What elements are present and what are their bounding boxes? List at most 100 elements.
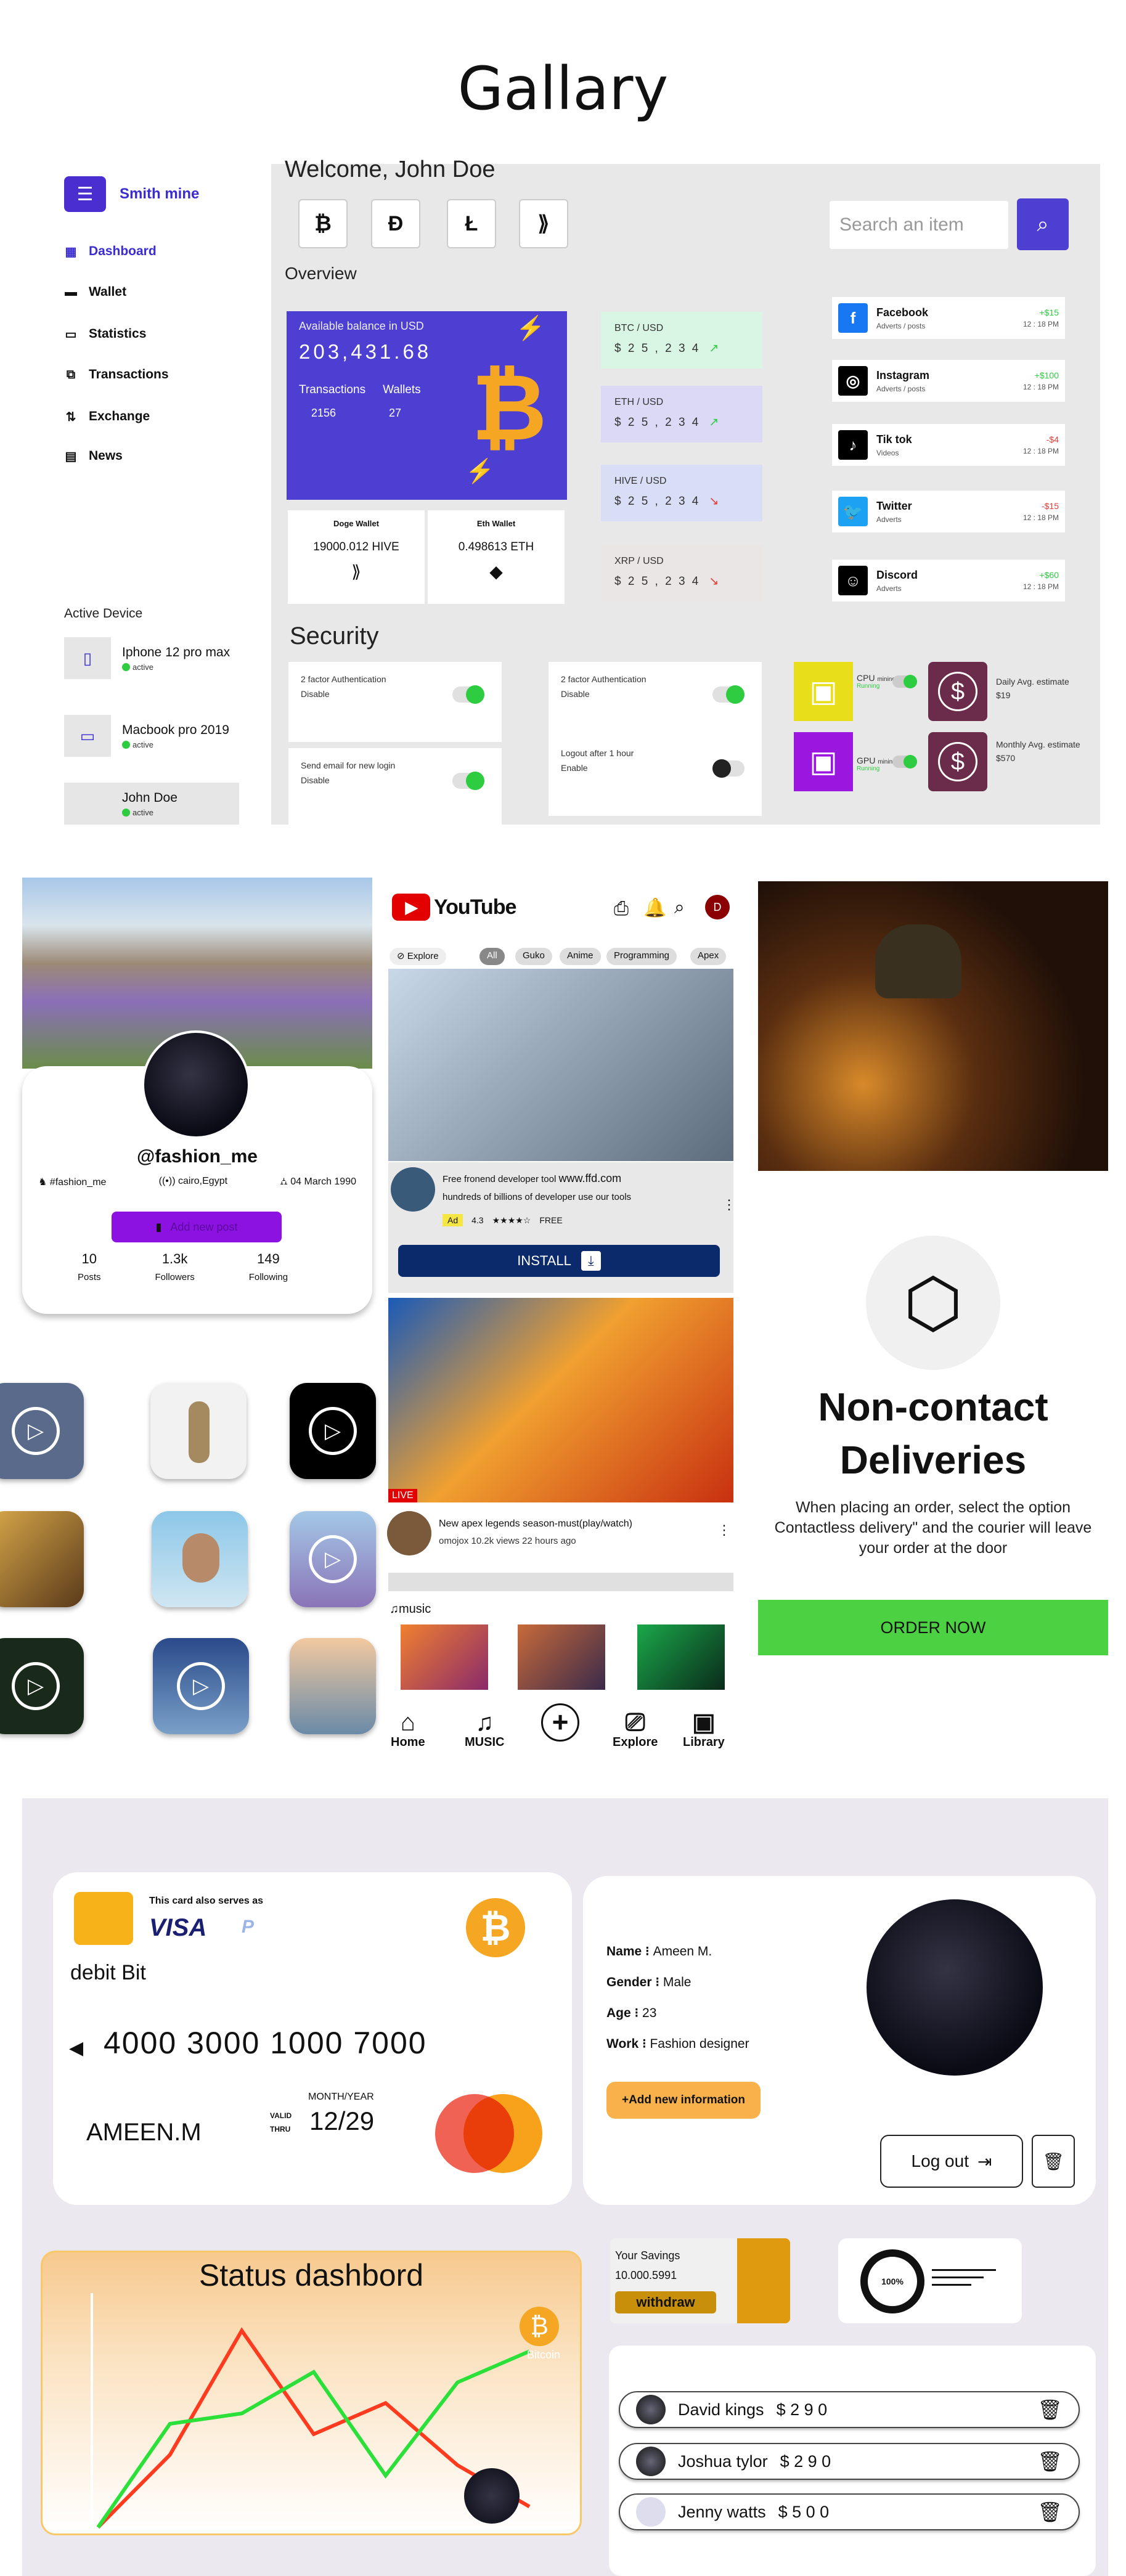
user-avatar[interactable] (867, 1899, 1043, 2076)
horse-icon: ♞ (38, 1177, 50, 1188)
device-item[interactable]: John Doe active (64, 783, 239, 825)
social-item-facebook[interactable]: f Facebook Adverts / posts +$15 12 : 18 PM (832, 297, 1065, 339)
list-item[interactable]: David kings $ 2 9 0 🗑 (619, 2391, 1080, 2428)
card-chip-icon (74, 1892, 133, 1945)
security-setting-card: Logout after 1 hour Enable (549, 736, 762, 816)
search-input[interactable]: Search an item (830, 201, 1008, 249)
logout-button[interactable]: Log out ⇥ (880, 2135, 1023, 2188)
pair-name: BTC / USD (614, 323, 664, 333)
sidebar-item-transactions[interactable]: ⧉ Transactions (64, 367, 169, 382)
chip-all[interactable]: All (479, 948, 505, 965)
nav-library[interactable]: ▣ Library (683, 1710, 725, 1750)
device-item[interactable]: ▯ Iphone 12 pro max active (64, 637, 239, 679)
beach-thumbnail[interactable] (290, 1638, 376, 1734)
sidebar-item-dashboard[interactable]: ▦ Dashboard (64, 244, 157, 259)
video-thumbnail[interactable]: ▷ (0, 1638, 84, 1734)
trash-icon[interactable]: 🗑 (1037, 2398, 1063, 2421)
more-vert-icon[interactable]: ⋮ (722, 1197, 736, 1213)
security-setting-card: Send email for new login Disable (288, 748, 502, 828)
gpu-mining-toggle[interactable] (892, 755, 917, 768)
litecoin-coin-button[interactable]: Ł (447, 199, 496, 248)
add-information-button[interactable]: + Add new information (606, 2082, 761, 2119)
pair-card-xrp[interactable]: XRP / USD $ 2 5 , 2 3 4 ↘ (601, 545, 762, 601)
lion-thumbnail[interactable] (0, 1511, 84, 1607)
explore-icon: ⎚ (625, 1709, 645, 1736)
device-item[interactable]: ▭ Macbook pro 2019 active (64, 715, 239, 757)
sidebar-item-wallet[interactable]: ▬ Wallet (64, 285, 126, 300)
music-thumbnail[interactable] (518, 1624, 605, 1690)
pair-card-eth[interactable]: ETH / USD $ 2 5 , 2 3 4 ↗ (601, 386, 762, 442)
card-number: 4000 3000 1000 7000 (104, 2026, 427, 2060)
laptop-video-thumbnail[interactable] (388, 969, 733, 1161)
toggle-switch[interactable] (452, 685, 484, 704)
cast-icon[interactable]: ⎙ (614, 899, 629, 919)
install-button[interactable]: INSTALL ⤓ (398, 1245, 720, 1277)
trash-icon[interactable]: 🗑 (1037, 2450, 1063, 2473)
video-thumbnail[interactable]: ▷ (0, 1383, 84, 1479)
chip-guko[interactable]: Guko (515, 948, 552, 965)
social-item-twitter[interactable]: 🐦 Twitter Adverts -$15 12 : 18 PM (832, 491, 1065, 532)
nav-explore[interactable]: ⎚ Explore (613, 1710, 658, 1750)
bitcoin-coin-button[interactable]: ₿ (298, 199, 348, 248)
chip-explore[interactable]: ⊘ Explore (390, 948, 446, 965)
withdraw-button[interactable]: withdraw (615, 2291, 716, 2313)
nav-music[interactable]: ♫ MUSIC (465, 1710, 504, 1750)
social-item-instagram[interactable]: ◎ Instagram Adverts / posts +$100 12 : 18 … (832, 360, 1065, 402)
youtube-logo[interactable]: ▶ YouTube (392, 894, 516, 921)
nav-create[interactable]: + (541, 1703, 579, 1742)
toggle-switch[interactable] (712, 685, 745, 704)
order-now-button[interactable]: ORDER NOW (758, 1600, 1108, 1655)
delete-button[interactable]: 🗑 (1032, 2135, 1075, 2188)
portrait-thumbnail[interactable] (152, 1511, 248, 1607)
more-vert-icon[interactable]: ⋮ (717, 1522, 731, 1538)
sidebar-item-exchange[interactable]: ⇅ Exchange (64, 409, 150, 424)
music-thumbnail[interactable] (401, 1624, 488, 1690)
bitcoin-icon: ₿ (520, 2307, 559, 2346)
eth-wallet-card[interactable]: Eth Wallet 0.498613 ETH ◆ (428, 510, 565, 604)
pair-card-hive[interactable]: HIVE / USD $ 2 5 , 2 3 4 ↘ (601, 465, 762, 521)
video-thumbnail[interactable]: ▷ (153, 1638, 249, 1734)
add-post-button[interactable]: ▮ Add new post (112, 1212, 282, 1242)
sidebar-item-statistics[interactable]: ▭ Statistics (64, 327, 147, 341)
brand[interactable]: ☰ Smith mine (64, 176, 199, 212)
avatar[interactable] (142, 1030, 250, 1139)
toggle-switch[interactable] (712, 759, 745, 778)
list-item[interactable]: Joshua tylor $ 2 9 0 🗑 (619, 2443, 1080, 2480)
music-thumbnail[interactable] (637, 1624, 725, 1690)
notification-bell-icon[interactable]: 🔔 (643, 897, 666, 919)
cpu-mining-toggle[interactable] (892, 675, 917, 688)
hive-coin-button[interactable]: ⟫ (519, 199, 568, 248)
social-item-tiktok[interactable]: ♪ Tik tok Videos -$4 12 : 18 PM (832, 424, 1065, 466)
dollar-icon: $ (928, 732, 987, 791)
account-avatar[interactable]: D (705, 895, 730, 919)
profile-location: ((•)) cairo,Egypt (158, 1176, 228, 1186)
sidebar-item-news[interactable]: ▤ News (64, 449, 123, 463)
visa-logo: VISA (149, 1914, 207, 1941)
social-sub: Adverts / posts (876, 384, 926, 393)
social-time: 12 : 18 PM (1022, 383, 1059, 391)
toggle-switch[interactable] (452, 772, 484, 790)
nav-home[interactable]: ⌂ Home (391, 1710, 425, 1750)
photo-thumbnail[interactable] (150, 1383, 247, 1479)
card-expiry: 12/29 (309, 2106, 375, 2135)
game-video-thumbnail[interactable]: LIVE (388, 1298, 733, 1502)
estimate-value: $19 (996, 690, 1011, 700)
pair-card-btc[interactable]: BTC / USD $ 2 5 , 2 3 4 ↗ (601, 312, 762, 369)
trend-up-icon: ↗ (709, 416, 721, 429)
trash-icon[interactable]: 🗑 (1037, 2500, 1063, 2524)
dash-coin-button[interactable]: Đ (371, 199, 420, 248)
chip-anime[interactable]: Anime (560, 948, 601, 965)
chip-apex[interactable]: Apex (690, 948, 727, 965)
chip-programming[interactable]: Programming (606, 948, 677, 965)
mining-sub: Running (857, 683, 880, 690)
doge-wallet-card[interactable]: Doge Wallet 19000.012 HIVE ⟫ (288, 510, 425, 604)
info-age: Age ⁝ 23 (606, 2006, 657, 2020)
video-thumbnail[interactable]: ▷ (290, 1383, 376, 1479)
video-thumbnail[interactable]: ▷ (290, 1511, 376, 1607)
video-title[interactable]: New apex legends season-must(play/watch) (439, 1518, 632, 1530)
search-icon[interactable]: ⌕ (674, 897, 685, 918)
social-item-discord[interactable]: ☺ Discord Adverts +$60 12 : 18 PM (832, 560, 1065, 601)
search-button[interactable]: ⌕ (1017, 198, 1069, 250)
youtube-app: ▶ YouTube ⎙ 🔔 ⌕ D ⊘ Explore All Guko Ani… (385, 881, 737, 1763)
list-item[interactable]: Jenny watts $ 5 0 0 🗑 (619, 2493, 1080, 2530)
